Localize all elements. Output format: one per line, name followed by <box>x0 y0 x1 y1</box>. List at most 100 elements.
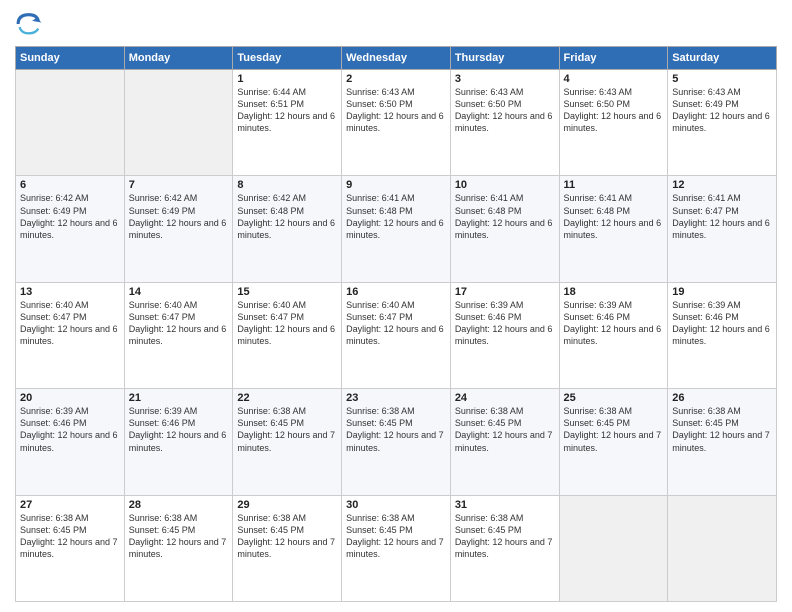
page-header <box>15 10 777 38</box>
day-info: Sunrise: 6:39 AMSunset: 6:46 PMDaylight:… <box>20 405 120 454</box>
calendar-cell: 18Sunrise: 6:39 AMSunset: 6:46 PMDayligh… <box>559 282 668 388</box>
calendar-cell: 23Sunrise: 6:38 AMSunset: 6:45 PMDayligh… <box>342 389 451 495</box>
day-info: Sunrise: 6:38 AMSunset: 6:45 PMDaylight:… <box>20 512 120 561</box>
day-info: Sunrise: 6:43 AMSunset: 6:49 PMDaylight:… <box>672 86 772 135</box>
calendar-cell: 9Sunrise: 6:41 AMSunset: 6:48 PMDaylight… <box>342 176 451 282</box>
day-info: Sunrise: 6:42 AMSunset: 6:48 PMDaylight:… <box>237 192 337 241</box>
day-number: 21 <box>129 392 229 404</box>
calendar-cell: 19Sunrise: 6:39 AMSunset: 6:46 PMDayligh… <box>668 282 777 388</box>
day-number: 18 <box>564 286 664 298</box>
calendar-cell: 4Sunrise: 6:43 AMSunset: 6:50 PMDaylight… <box>559 70 668 176</box>
day-info: Sunrise: 6:42 AMSunset: 6:49 PMDaylight:… <box>129 192 229 241</box>
calendar-cell <box>16 70 125 176</box>
day-number: 15 <box>237 286 337 298</box>
calendar-cell: 22Sunrise: 6:38 AMSunset: 6:45 PMDayligh… <box>233 389 342 495</box>
day-number: 1 <box>237 73 337 85</box>
calendar-cell <box>559 495 668 601</box>
calendar-cell: 7Sunrise: 6:42 AMSunset: 6:49 PMDaylight… <box>124 176 233 282</box>
calendar-cell: 13Sunrise: 6:40 AMSunset: 6:47 PMDayligh… <box>16 282 125 388</box>
calendar-cell: 8Sunrise: 6:42 AMSunset: 6:48 PMDaylight… <box>233 176 342 282</box>
day-number: 17 <box>455 286 555 298</box>
calendar-cell: 30Sunrise: 6:38 AMSunset: 6:45 PMDayligh… <box>342 495 451 601</box>
day-info: Sunrise: 6:38 AMSunset: 6:45 PMDaylight:… <box>672 405 772 454</box>
day-info: Sunrise: 6:40 AMSunset: 6:47 PMDaylight:… <box>237 299 337 348</box>
day-number: 6 <box>20 179 120 191</box>
day-info: Sunrise: 6:38 AMSunset: 6:45 PMDaylight:… <box>346 405 446 454</box>
calendar-cell: 16Sunrise: 6:40 AMSunset: 6:47 PMDayligh… <box>342 282 451 388</box>
weekday-header-friday: Friday <box>559 47 668 70</box>
day-info: Sunrise: 6:38 AMSunset: 6:45 PMDaylight:… <box>346 512 446 561</box>
calendar-cell: 20Sunrise: 6:39 AMSunset: 6:46 PMDayligh… <box>16 389 125 495</box>
day-number: 22 <box>237 392 337 404</box>
calendar-cell: 3Sunrise: 6:43 AMSunset: 6:50 PMDaylight… <box>450 70 559 176</box>
day-number: 9 <box>346 179 446 191</box>
calendar-cell: 14Sunrise: 6:40 AMSunset: 6:47 PMDayligh… <box>124 282 233 388</box>
calendar-cell: 25Sunrise: 6:38 AMSunset: 6:45 PMDayligh… <box>559 389 668 495</box>
day-number: 31 <box>455 499 555 511</box>
day-info: Sunrise: 6:38 AMSunset: 6:45 PMDaylight:… <box>455 512 555 561</box>
day-number: 23 <box>346 392 446 404</box>
day-number: 30 <box>346 499 446 511</box>
day-info: Sunrise: 6:40 AMSunset: 6:47 PMDaylight:… <box>129 299 229 348</box>
day-number: 2 <box>346 73 446 85</box>
day-info: Sunrise: 6:43 AMSunset: 6:50 PMDaylight:… <box>564 86 664 135</box>
day-info: Sunrise: 6:38 AMSunset: 6:45 PMDaylight:… <box>237 405 337 454</box>
calendar-cell: 2Sunrise: 6:43 AMSunset: 6:50 PMDaylight… <box>342 70 451 176</box>
weekday-header-tuesday: Tuesday <box>233 47 342 70</box>
calendar-cell: 24Sunrise: 6:38 AMSunset: 6:45 PMDayligh… <box>450 389 559 495</box>
day-number: 28 <box>129 499 229 511</box>
calendar-cell: 31Sunrise: 6:38 AMSunset: 6:45 PMDayligh… <box>450 495 559 601</box>
calendar-cell <box>668 495 777 601</box>
day-number: 26 <box>672 392 772 404</box>
day-info: Sunrise: 6:40 AMSunset: 6:47 PMDaylight:… <box>346 299 446 348</box>
calendar-cell: 5Sunrise: 6:43 AMSunset: 6:49 PMDaylight… <box>668 70 777 176</box>
calendar-cell: 6Sunrise: 6:42 AMSunset: 6:49 PMDaylight… <box>16 176 125 282</box>
calendar-cell: 10Sunrise: 6:41 AMSunset: 6:48 PMDayligh… <box>450 176 559 282</box>
day-number: 27 <box>20 499 120 511</box>
calendar-cell: 17Sunrise: 6:39 AMSunset: 6:46 PMDayligh… <box>450 282 559 388</box>
calendar-cell <box>124 70 233 176</box>
calendar-cell: 11Sunrise: 6:41 AMSunset: 6:48 PMDayligh… <box>559 176 668 282</box>
calendar-cell: 1Sunrise: 6:44 AMSunset: 6:51 PMDaylight… <box>233 70 342 176</box>
day-number: 13 <box>20 286 120 298</box>
calendar-cell: 28Sunrise: 6:38 AMSunset: 6:45 PMDayligh… <box>124 495 233 601</box>
day-info: Sunrise: 6:41 AMSunset: 6:48 PMDaylight:… <box>455 192 555 241</box>
day-number: 14 <box>129 286 229 298</box>
day-info: Sunrise: 6:39 AMSunset: 6:46 PMDaylight:… <box>564 299 664 348</box>
day-info: Sunrise: 6:43 AMSunset: 6:50 PMDaylight:… <box>346 86 446 135</box>
day-number: 11 <box>564 179 664 191</box>
day-info: Sunrise: 6:38 AMSunset: 6:45 PMDaylight:… <box>237 512 337 561</box>
weekday-header-sunday: Sunday <box>16 47 125 70</box>
calendar-cell: 15Sunrise: 6:40 AMSunset: 6:47 PMDayligh… <box>233 282 342 388</box>
calendar-cell: 12Sunrise: 6:41 AMSunset: 6:47 PMDayligh… <box>668 176 777 282</box>
day-info: Sunrise: 6:41 AMSunset: 6:48 PMDaylight:… <box>346 192 446 241</box>
day-number: 24 <box>455 392 555 404</box>
day-info: Sunrise: 6:38 AMSunset: 6:45 PMDaylight:… <box>455 405 555 454</box>
day-number: 19 <box>672 286 772 298</box>
calendar-cell: 26Sunrise: 6:38 AMSunset: 6:45 PMDayligh… <box>668 389 777 495</box>
day-number: 10 <box>455 179 555 191</box>
weekday-header-saturday: Saturday <box>668 47 777 70</box>
day-info: Sunrise: 6:39 AMSunset: 6:46 PMDaylight:… <box>455 299 555 348</box>
day-info: Sunrise: 6:43 AMSunset: 6:50 PMDaylight:… <box>455 86 555 135</box>
day-number: 3 <box>455 73 555 85</box>
weekday-header-monday: Monday <box>124 47 233 70</box>
day-number: 25 <box>564 392 664 404</box>
day-info: Sunrise: 6:44 AMSunset: 6:51 PMDaylight:… <box>237 86 337 135</box>
day-info: Sunrise: 6:39 AMSunset: 6:46 PMDaylight:… <box>129 405 229 454</box>
day-info: Sunrise: 6:38 AMSunset: 6:45 PMDaylight:… <box>564 405 664 454</box>
calendar-cell: 27Sunrise: 6:38 AMSunset: 6:45 PMDayligh… <box>16 495 125 601</box>
logo <box>15 10 47 38</box>
calendar-table: SundayMondayTuesdayWednesdayThursdayFrid… <box>15 46 777 602</box>
calendar-cell: 29Sunrise: 6:38 AMSunset: 6:45 PMDayligh… <box>233 495 342 601</box>
day-number: 12 <box>672 179 772 191</box>
day-info: Sunrise: 6:42 AMSunset: 6:49 PMDaylight:… <box>20 192 120 241</box>
day-number: 5 <box>672 73 772 85</box>
day-info: Sunrise: 6:39 AMSunset: 6:46 PMDaylight:… <box>672 299 772 348</box>
day-number: 16 <box>346 286 446 298</box>
day-info: Sunrise: 6:41 AMSunset: 6:48 PMDaylight:… <box>564 192 664 241</box>
day-info: Sunrise: 6:40 AMSunset: 6:47 PMDaylight:… <box>20 299 120 348</box>
weekday-header-wednesday: Wednesday <box>342 47 451 70</box>
day-info: Sunrise: 6:38 AMSunset: 6:45 PMDaylight:… <box>129 512 229 561</box>
day-number: 8 <box>237 179 337 191</box>
